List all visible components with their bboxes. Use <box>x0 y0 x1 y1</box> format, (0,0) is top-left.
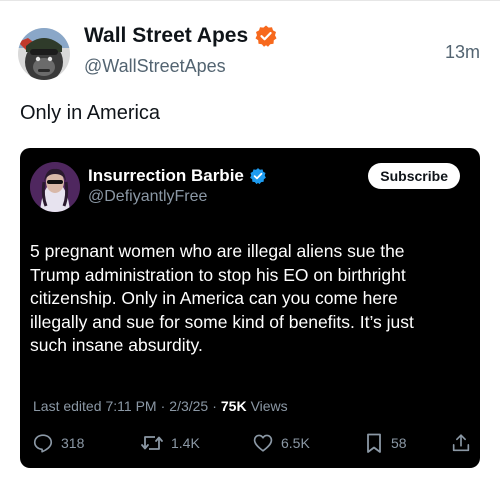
quoted-author-handle[interactable]: @DefiyantlyFree <box>88 188 207 206</box>
top-divider <box>0 0 500 1</box>
quoted-text-line: illegally and sue for some kind of benef… <box>30 311 414 332</box>
bookmark-count: 58 <box>391 435 407 451</box>
repost-icon <box>141 436 163 450</box>
reply-button[interactable]: 318 <box>32 432 84 454</box>
avatar[interactable] <box>18 28 70 80</box>
quoted-author-name-row[interactable]: Insurrection Barbie <box>88 166 267 186</box>
meta-separator: · <box>160 398 166 414</box>
bookmark-icon <box>367 433 381 453</box>
share-button[interactable] <box>450 432 472 454</box>
meta-separator: · <box>212 398 217 414</box>
verified-badge-icon <box>255 25 277 47</box>
repost-button[interactable]: 1.4K <box>140 432 200 454</box>
quoted-post-card[interactable]: Insurrection Barbie @DefiyantlyFree Subs… <box>20 148 480 468</box>
action-bar: 318 1.4K 6.5K 58 <box>32 432 472 454</box>
quoted-post-text: 5 pregnant women who are illegal aliens … <box>30 240 470 358</box>
author-name[interactable]: Wall Street Apes <box>84 24 248 48</box>
quoted-avatar[interactable] <box>30 162 80 212</box>
bookmark-button[interactable]: 58 <box>364 432 407 454</box>
author-handle[interactable]: @WallStreetApes <box>84 56 226 77</box>
post-metadata: Last edited 7:11 PM · 2/3/25 · 75K Views <box>33 398 288 414</box>
quoted-text-line: Trump administration to stop his EO on b… <box>30 264 406 285</box>
author-name-row[interactable]: Wall Street Apes <box>84 24 278 48</box>
like-count: 6.5K <box>281 435 310 451</box>
quoted-author-name[interactable]: Insurrection Barbie <box>88 166 244 186</box>
share-icon <box>452 434 470 452</box>
views-label[interactable]: Views <box>251 398 288 414</box>
views-count[interactable]: 75K <box>221 398 247 414</box>
reply-count: 318 <box>61 435 85 451</box>
subscribe-button[interactable]: Subscribe <box>368 163 460 189</box>
like-button[interactable]: 6.5K <box>252 432 310 454</box>
repost-count: 1.4K <box>171 435 200 451</box>
reply-icon <box>33 434 53 453</box>
quoted-text-line: 5 pregnant women who are illegal aliens … <box>30 241 405 261</box>
post-timestamp[interactable]: 13m <box>445 42 480 63</box>
edited-time[interactable]: 7:11 PM <box>106 398 157 414</box>
quoted-text-line: citizenship. Only in America can you com… <box>30 288 398 308</box>
quoted-text-line: such insane absurdity. <box>30 335 203 355</box>
verified-badge-icon <box>250 168 266 185</box>
edited-date[interactable]: 2/3/25 <box>169 398 208 414</box>
post-text: Only in America <box>20 102 161 124</box>
edited-label[interactable]: Last edited <box>33 398 102 414</box>
like-icon <box>253 434 273 452</box>
